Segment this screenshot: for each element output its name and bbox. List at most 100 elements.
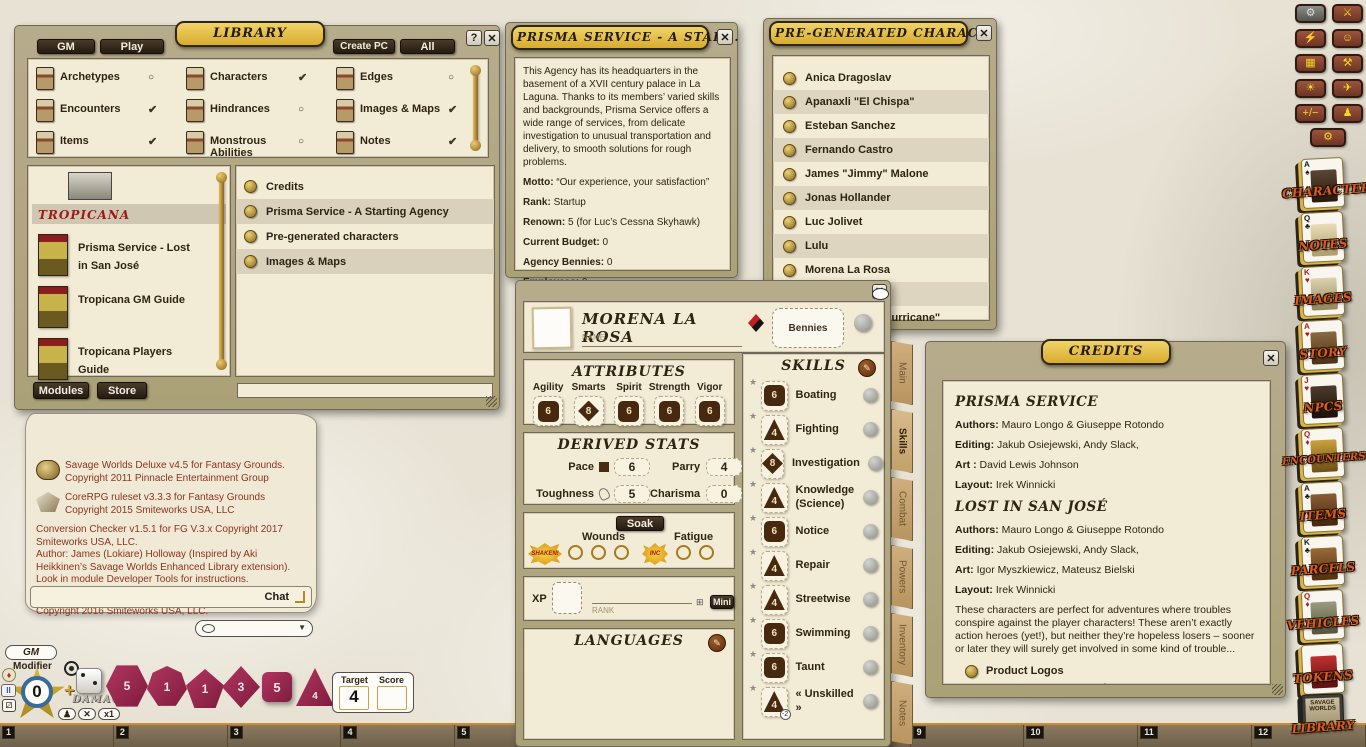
library-category[interactable]: Monstrous Abilities — [186, 131, 336, 163]
library-title[interactable]: Library — [175, 21, 325, 47]
character-name-field[interactable]: Morena La Rosa — [582, 310, 742, 347]
resize-grip[interactable] — [486, 396, 497, 407]
sidebar-item-vehicles[interactable]: Q♦ Vehicles — [1290, 590, 1356, 640]
sidebar-item-notes[interactable]: Q♣ Notes — [1290, 212, 1356, 262]
module-entry[interactable]: Tropicana Players Guide — [38, 338, 230, 380]
chat-entry-bar[interactable]: Chat — [30, 586, 312, 608]
chat-mode-dropdown[interactable]: ▼ — [195, 620, 313, 637]
tab-skills[interactable]: Skills — [891, 409, 913, 473]
multiply-toggle[interactable]: ✕ — [78, 708, 96, 720]
hotbar-slot[interactable]: 9 — [911, 725, 1025, 747]
skill-die-button[interactable]: 6 — [761, 653, 788, 683]
tab-powers[interactable]: Powers — [891, 545, 913, 609]
library-content-link[interactable]: Images & Maps — [236, 249, 494, 274]
xp-input[interactable] — [552, 582, 582, 614]
character-link[interactable]: Lulu — [773, 234, 989, 258]
modifiers-icon[interactable]: +/− — [1295, 104, 1326, 123]
category-checkbox[interactable] — [298, 131, 304, 147]
expand-icon[interactable]: ⊞ — [696, 597, 704, 608]
skill-die-button[interactable]: 6 — [761, 517, 788, 547]
damage-die[interactable] — [76, 668, 102, 694]
category-checkbox[interactable] — [298, 67, 307, 84]
skill-die-button[interactable]: 6 — [761, 381, 788, 411]
prisma-window-title[interactable]: Prisma Service - A Star... — [511, 25, 709, 50]
close-icon[interactable] — [976, 25, 992, 41]
sidebar-item-parcels[interactable]: K♣ Parcels — [1290, 536, 1356, 586]
edit-skills-icon[interactable] — [858, 359, 876, 377]
wound-slot[interactable] — [591, 545, 606, 560]
character-link[interactable]: Anica Dragoslav — [773, 66, 989, 90]
modules-button[interactable]: Modules — [33, 382, 89, 399]
combat-icon[interactable]: ⚔ — [1332, 4, 1363, 23]
library-category[interactable]: Items — [36, 131, 186, 163]
sidebar-item-npcs[interactable]: J♥ NPCs — [1290, 374, 1356, 424]
attribute-die-button[interactable]: 6 — [695, 396, 725, 426]
product-logos-link[interactable]: Product Logos — [965, 665, 1258, 678]
close-icon[interactable] — [717, 29, 733, 45]
library-category[interactable]: Encounters — [36, 99, 186, 131]
attribute-die-button[interactable]: 6 — [654, 396, 684, 426]
toughness-icon[interactable] — [597, 486, 611, 501]
die-d12[interactable]: 1 — [147, 666, 187, 708]
module-entry[interactable]: Prisma Service - Lost in San José — [38, 234, 230, 276]
sidebar-item-images[interactable]: K♥ Images — [1290, 266, 1356, 316]
chat-window[interactable]: Savage Worlds Deluxe v4.5 for Fantasy Gr… — [25, 413, 317, 613]
library-category[interactable]: Characters — [186, 67, 336, 99]
category-checkbox[interactable] — [148, 67, 154, 83]
category-checkbox[interactable] — [148, 99, 157, 116]
die-d8[interactable]: 3 — [222, 666, 260, 708]
library-category[interactable]: Images & Maps — [336, 99, 486, 131]
category-checkbox[interactable] — [448, 99, 457, 116]
skill-roll-button[interactable] — [863, 558, 878, 573]
library-category[interactable]: Edges — [336, 67, 486, 99]
library-search-input[interactable] — [237, 383, 493, 398]
pregen-window-title[interactable]: Pre-generated charac... — [769, 21, 968, 46]
crafting-icon[interactable]: ⚒ — [1332, 54, 1363, 73]
ufo-icon[interactable]: ✈ — [1332, 79, 1363, 98]
die-d4[interactable]: 4 — [296, 668, 334, 706]
initiative-icon[interactable]: ♦ — [2, 668, 16, 682]
target-value-slot[interactable]: 4 — [339, 686, 369, 710]
play-filter-button[interactable]: Play — [100, 39, 164, 54]
sidebar-item-tokens[interactable]: Tokens — [1290, 644, 1356, 694]
library-category[interactable]: Notes — [336, 131, 486, 163]
skill-die-button[interactable]: 4 — [761, 585, 788, 615]
character-link[interactable]: Esteban Sanchez — [773, 114, 989, 138]
skill-roll-button[interactable] — [863, 490, 878, 505]
die-d6[interactable]: 5 — [262, 672, 292, 702]
character-link[interactable]: Luc Jolivet — [773, 210, 989, 234]
options-gear-icon[interactable]: ⚙ — [1310, 128, 1346, 147]
character-link[interactable]: Apanaxli "El Chispa" — [773, 90, 989, 114]
portrait[interactable] — [532, 307, 573, 350]
tab-main[interactable]: Main — [891, 341, 913, 405]
tab-inventory[interactable]: Inventory — [891, 613, 913, 677]
effects-icon[interactable]: ⚡ — [1295, 29, 1326, 48]
fatigue-slot[interactable] — [676, 545, 691, 560]
character-link[interactable]: Jonas Hollander — [773, 186, 989, 210]
help-button[interactable]: ? — [466, 30, 482, 46]
chat-bubble-icon[interactable] — [872, 288, 889, 300]
token-circle[interactable] — [854, 314, 872, 332]
toughness-value[interactable]: 5 — [614, 485, 650, 503]
category-checkbox[interactable] — [148, 131, 157, 148]
all-filter-button[interactable]: All — [400, 39, 455, 54]
edit-languages-icon[interactable] — [708, 634, 726, 652]
skill-roll-button[interactable] — [863, 660, 878, 675]
category-checkbox[interactable] — [448, 67, 454, 83]
create-pc-button[interactable]: Create PC — [333, 39, 395, 54]
tab-combat[interactable]: Combat — [891, 477, 913, 541]
library-content-link[interactable]: Pre-generated characters — [236, 224, 494, 249]
pace-icon[interactable] — [599, 462, 609, 472]
category-checkbox[interactable] — [298, 99, 304, 115]
credits-window[interactable]: Credits Prisma Service Authors: Mauro Lo… — [925, 341, 1286, 698]
skill-roll-button[interactable] — [868, 456, 883, 471]
hotbar-slot[interactable]: 3 — [228, 725, 342, 747]
hotbar-slot[interactable]: 1 — [0, 725, 114, 747]
skill-die-button[interactable]: 8 — [761, 449, 784, 479]
pause-icon[interactable]: II — [1, 684, 16, 697]
scrollbar-decoration[interactable] — [219, 178, 224, 364]
gm-filter-button[interactable]: GM — [37, 39, 95, 54]
sidebar-item-characters[interactable]: A♠ Characters — [1290, 158, 1356, 208]
figure-icon[interactable]: ♟ — [1332, 104, 1363, 123]
skill-roll-button[interactable] — [863, 422, 878, 437]
